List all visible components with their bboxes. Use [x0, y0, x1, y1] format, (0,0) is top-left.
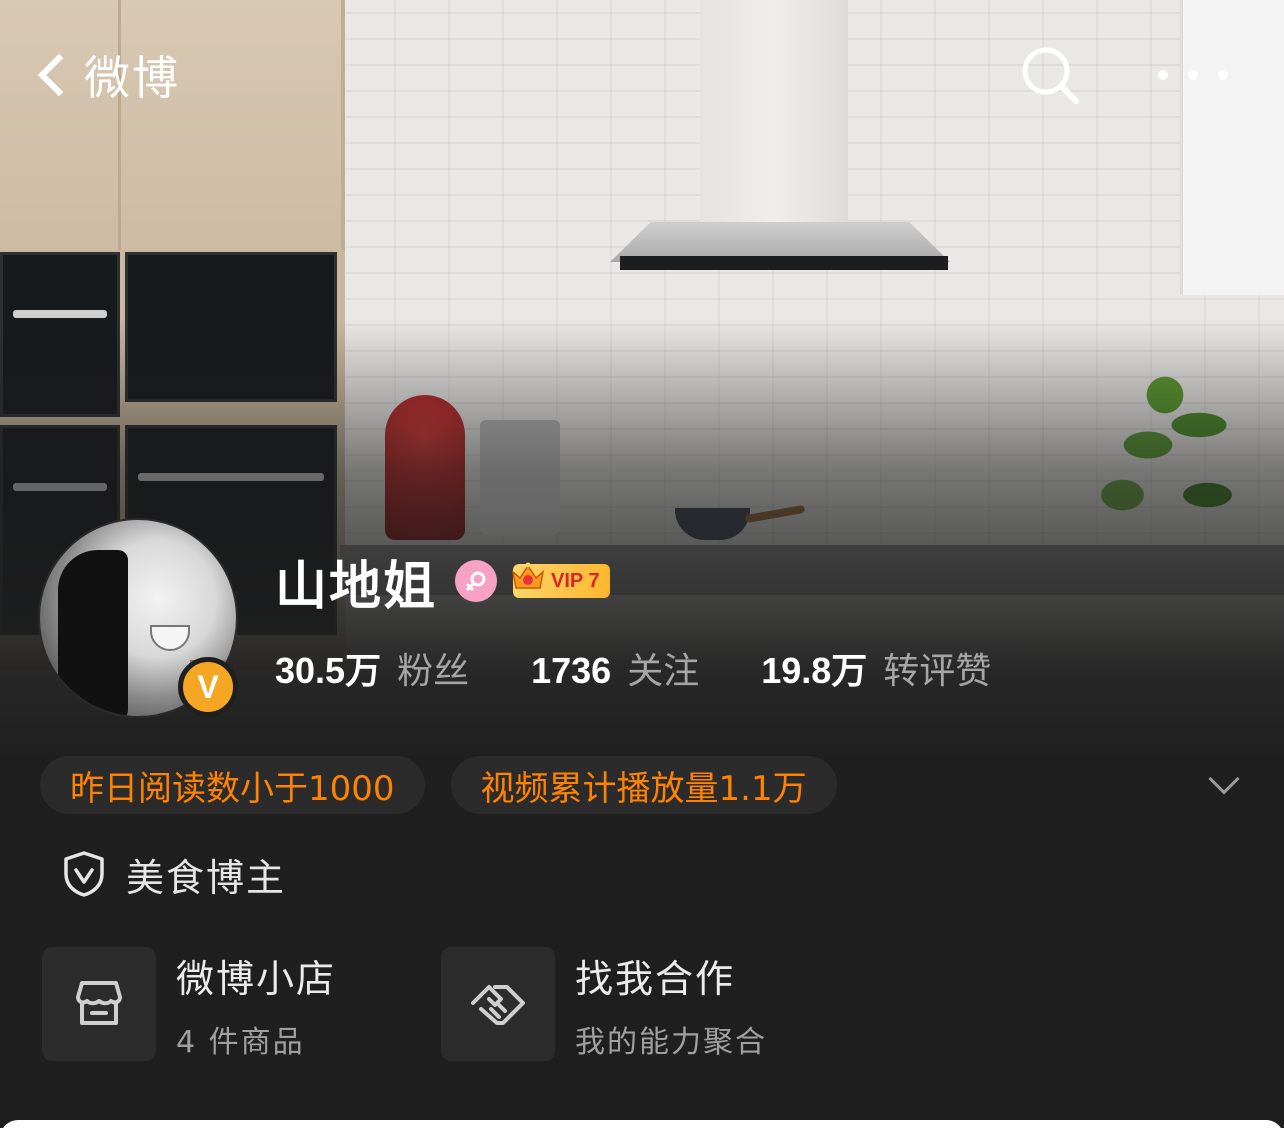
back-label: 微博	[84, 51, 180, 105]
stat-label: 粉丝	[397, 651, 470, 692]
service-card-shop[interactable]: 微博小店 4 件商品	[42, 946, 336, 1062]
profile-stats: 30.5万 粉丝 1736 关注 19.8万 转评赞	[275, 640, 1053, 696]
profile-name: 山地姐	[275, 556, 438, 617]
stat-followers[interactable]: 30.5万 粉丝	[275, 642, 469, 694]
search-button[interactable]	[1020, 45, 1082, 107]
shield-check-icon	[64, 851, 104, 897]
expand-tags-button[interactable]	[1206, 763, 1242, 802]
female-gender-icon	[455, 560, 498, 602]
stat-label: 关注	[627, 651, 700, 692]
handshake-icon	[471, 985, 525, 1025]
chevron-left-icon	[37, 53, 81, 97]
chevron-down-icon	[1208, 763, 1240, 795]
stat-following[interactable]: 1736 关注	[531, 642, 699, 694]
certification-label: 美食博主	[126, 855, 287, 900]
more-dot-icon	[1158, 70, 1168, 80]
tag-video-plays[interactable]: 视频累计播放量1.1万	[450, 756, 837, 814]
stat-interactions[interactable]: 19.8万 转评赞	[761, 642, 991, 694]
shop-icon	[76, 981, 122, 1025]
back-button[interactable]: 微博	[30, 40, 180, 110]
service-card-cooperation[interactable]: 找我合作 我的能力聚合	[441, 946, 767, 1062]
stat-value: 1736	[531, 650, 612, 691]
service-subtitle: 4 件商品	[176, 1024, 305, 1060]
content-sheet-edge	[0, 1120, 1284, 1128]
crown-icon	[511, 562, 545, 589]
service-title: 找我合作	[575, 956, 736, 1001]
service-subtitle: 我的能力聚合	[575, 1024, 767, 1060]
search-icon	[1022, 47, 1079, 104]
more-button[interactable]	[1158, 60, 1228, 90]
verified-badge-icon: V	[178, 657, 238, 717]
top-nav: 微博	[0, 0, 1284, 150]
certification-row[interactable]: 美食博主	[62, 848, 286, 900]
vip-level-label: VIP 7	[551, 569, 600, 592]
service-icon-box	[441, 947, 555, 1061]
stat-value: 19.8万	[761, 650, 868, 691]
stat-label: 转评赞	[883, 651, 992, 692]
service-icon-box	[42, 947, 156, 1061]
service-title: 微博小店	[176, 956, 337, 1001]
stat-value: 30.5万	[275, 650, 382, 691]
profile-tags: 昨日阅读数小于1000 视频累计播放量1.1万	[40, 756, 863, 814]
profile-name-row: 山地姐 VIP 7	[275, 548, 610, 617]
tag-read-count[interactable]: 昨日阅读数小于1000	[40, 756, 425, 814]
vip-badge[interactable]: VIP 7	[511, 562, 610, 598]
